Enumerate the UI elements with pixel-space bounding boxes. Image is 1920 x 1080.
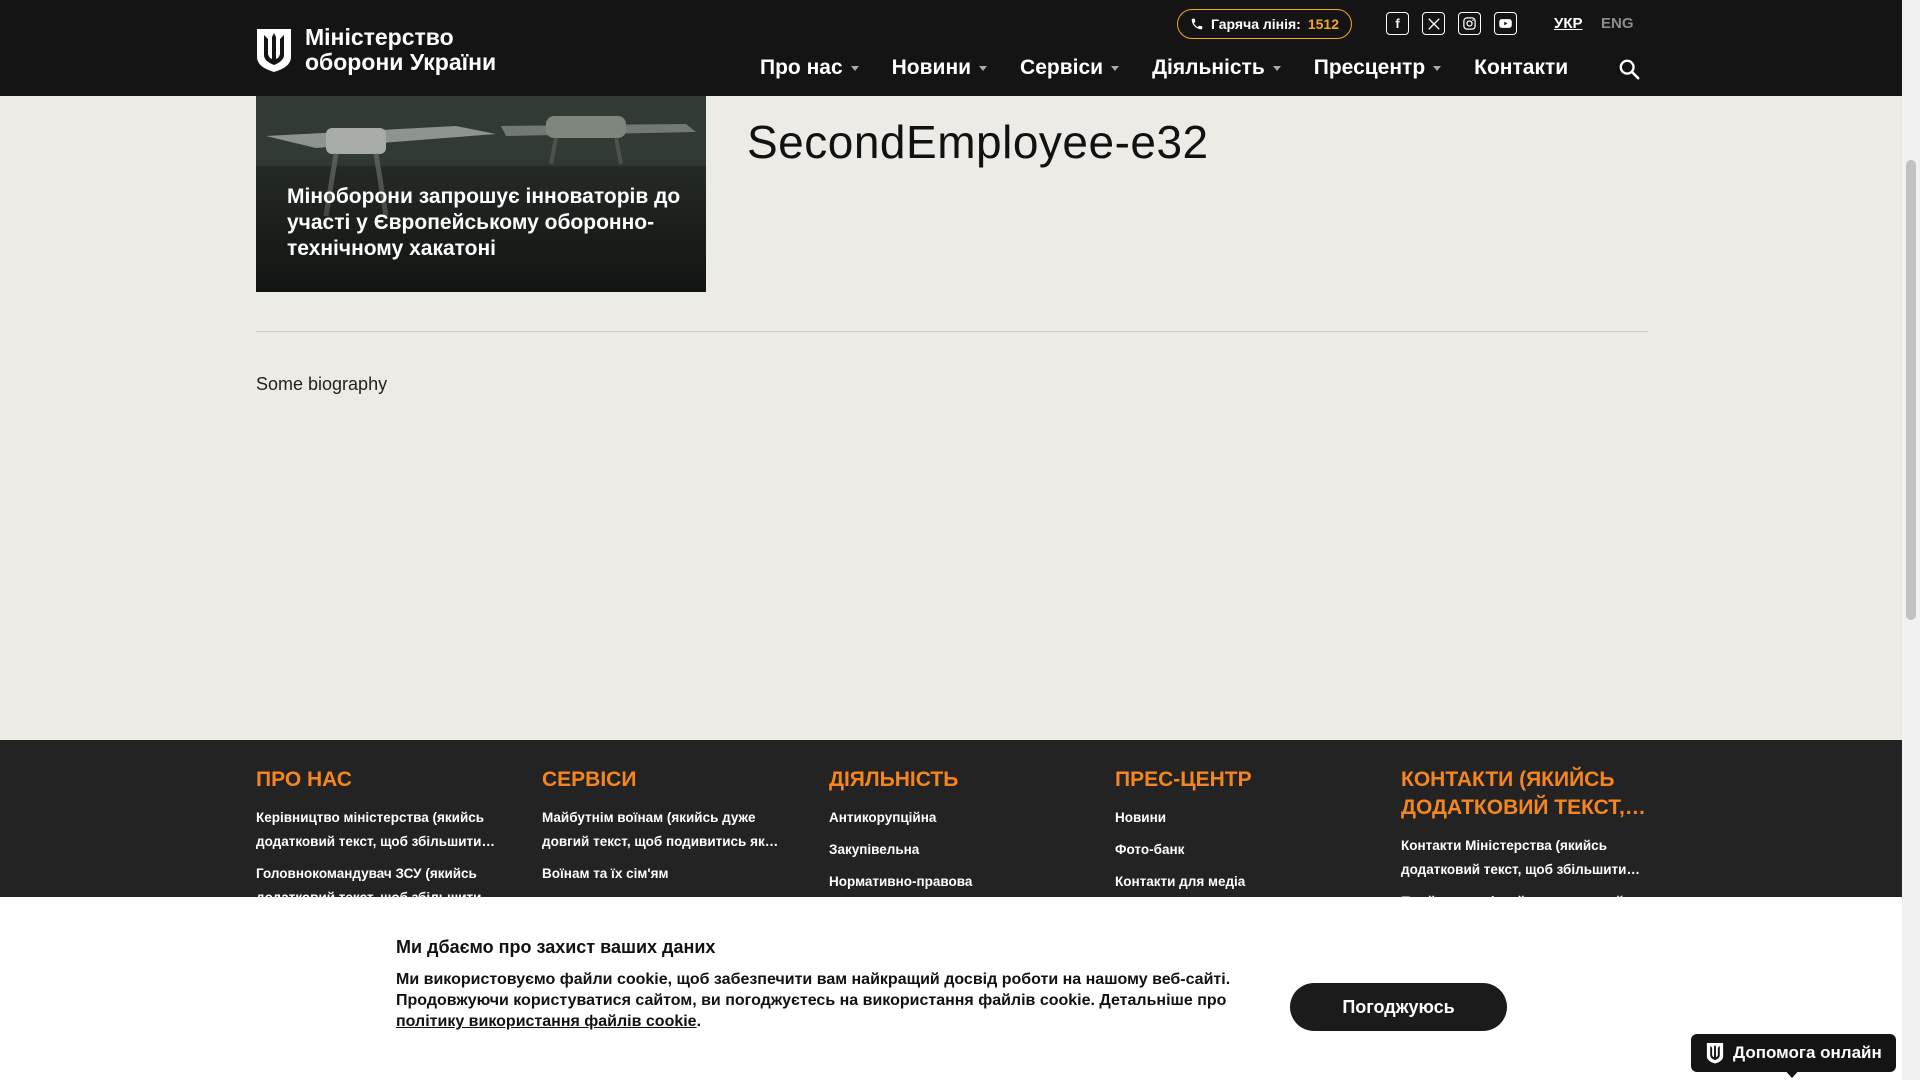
nav-item-news[interactable]: Новини	[892, 56, 988, 80]
news-card-title[interactable]: Міноборони запрошує інноваторів до участ…	[287, 184, 687, 262]
nav-item-contacts[interactable]: Контакти	[1474, 56, 1568, 80]
cookie-agree-button[interactable]: Погоджуюсь	[1290, 983, 1507, 1031]
footer-heading[interactable]: ПРО НАС	[256, 766, 501, 794]
logo-line-1: Міністерство	[305, 24, 454, 50]
footer-column-press: ПРЕС-ЦЕНТР Новини Фото-банк Контакти для…	[1115, 766, 1360, 902]
main-nav: Про нас Новини Сервіси Діяльність Пресце…	[760, 56, 1601, 80]
trident-emblem-icon	[1706, 1042, 1724, 1064]
footer-link[interactable]: Керівництво міністерства (якийсь додатко…	[256, 806, 501, 854]
page-title: SecondEmployee-e32	[747, 116, 1209, 168]
news-card[interactable]: Міноборони запрошує інноваторів до участ…	[256, 96, 706, 292]
chevron-down-icon	[1272, 65, 1281, 71]
site-logo[interactable]: Міністерство оборони України	[255, 25, 496, 75]
scrollbar[interactable]	[1902, 0, 1920, 1080]
footer-heading[interactable]: КОНТАКТИ (ЯКИЙСЬ ДОДАТКОВИЙ ТЕКСТ,…	[1401, 766, 1646, 822]
lang-ukr-link[interactable]: УКР	[1554, 15, 1583, 32]
help-online-button[interactable]: Допомога онлайн	[1691, 1034, 1896, 1072]
search-icon[interactable]	[1618, 58, 1640, 80]
footer-link[interactable]: Контакти Міністерства (якийсь додатковий…	[1401, 834, 1646, 882]
nav-item-services[interactable]: Сервіси	[1020, 56, 1120, 80]
divider	[256, 331, 1648, 332]
cookie-text: Ми використовуємо файли cookie, щоб забе…	[396, 971, 1231, 1030]
footer-link[interactable]: Фото-банк	[1115, 838, 1360, 862]
chevron-down-icon	[1433, 65, 1442, 71]
trident-emblem-icon	[257, 29, 291, 72]
footer-heading[interactable]: ПРЕС-ЦЕНТР	[1115, 766, 1360, 794]
footer-heading[interactable]: СЕРВІСИ	[542, 766, 787, 794]
site-header: Міністерство оборони України Гаряча ліні…	[0, 0, 1902, 96]
x-twitter-icon[interactable]	[1422, 12, 1445, 35]
nav-item-about[interactable]: Про нас	[760, 56, 859, 80]
chevron-down-icon	[979, 65, 988, 71]
footer-link[interactable]: Воїнам та їх сім'ям	[542, 862, 787, 886]
footer-column-about: ПРО НАС Керівництво міністерства (якийсь…	[256, 766, 501, 918]
biography-text: Some biography	[256, 374, 388, 394]
hotline-label: Гаряча лінія:	[1211, 16, 1301, 32]
footer-link[interactable]: Закупівельна	[829, 838, 1074, 862]
footer-link[interactable]: Нормативно-правова	[829, 870, 1074, 894]
scrollbar-thumb[interactable]	[1906, 160, 1916, 620]
nav-item-press[interactable]: Пресцентр	[1314, 56, 1442, 80]
footer-column-services: СЕРВІСИ Майбутнім воїнам (якийсь дуже до…	[542, 766, 787, 894]
footer-link[interactable]: Контакти для медіа	[1115, 870, 1360, 894]
cookie-banner: Ми дбаємо про захист ваших даних Ми вико…	[0, 897, 1902, 1080]
cookie-title: Ми дбаємо про захист ваших даних	[396, 937, 716, 957]
hotline-number: 1512	[1307, 16, 1339, 32]
footer-heading[interactable]: ДІЯЛЬНІСТЬ	[829, 766, 1074, 794]
chevron-down-icon	[850, 65, 859, 71]
nav-item-activity[interactable]: Діяльність	[1152, 56, 1281, 80]
footer-link[interactable]: Новини	[1115, 806, 1360, 830]
logo-line-2: оборони України	[305, 49, 497, 75]
footer-link[interactable]: Майбутнім воїнам (якийсь дуже довгий тек…	[542, 806, 787, 854]
facebook-icon[interactable]: f	[1386, 12, 1409, 35]
cookie-policy-link[interactable]: політику використання файлів cookie	[396, 1013, 697, 1030]
youtube-icon[interactable]	[1494, 12, 1517, 35]
phone-icon	[1191, 18, 1203, 30]
social-links: f	[1386, 12, 1517, 35]
footer-column-activity: ДІЯЛЬНІСТЬ Антикорупційна Закупівельна Н…	[829, 766, 1074, 902]
instagram-icon[interactable]	[1458, 12, 1481, 35]
footer-link[interactable]: Антикорупційна	[829, 806, 1074, 830]
lang-eng-link[interactable]: ENG	[1601, 15, 1634, 32]
chevron-down-icon	[1111, 65, 1120, 71]
hotline-button[interactable]: Гаряча лінія: 1512	[1177, 9, 1352, 39]
